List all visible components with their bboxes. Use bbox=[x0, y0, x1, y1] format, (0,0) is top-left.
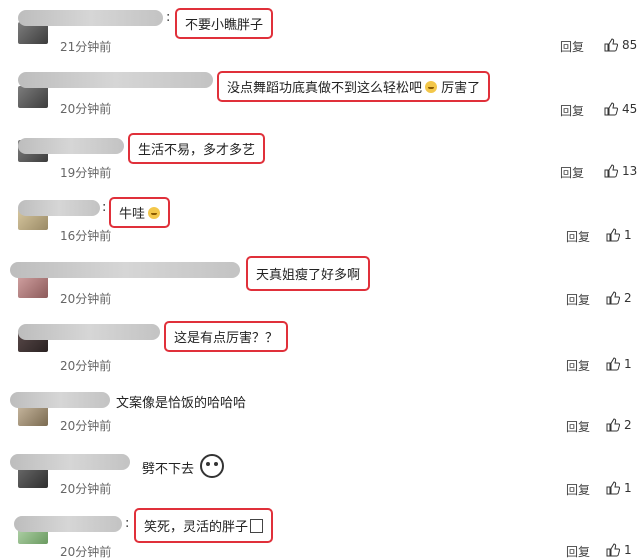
comment-text-suffix: 厉害了 bbox=[437, 81, 481, 96]
username-blurred[interactable] bbox=[18, 324, 160, 340]
comment-text-box: 没点舞蹈功底真做不到这么轻松吧 厉害了 bbox=[217, 71, 491, 102]
username-blurred[interactable] bbox=[14, 516, 122, 532]
comment-text-box: 牛哇 bbox=[109, 197, 171, 228]
thumbs-up-icon bbox=[604, 102, 618, 116]
timestamp: 20分钟前 bbox=[60, 482, 112, 496]
timestamp: 16分钟前 bbox=[60, 229, 112, 243]
comment-text: 天真姐瘦了好多啊 bbox=[256, 268, 361, 283]
timestamp: 20分钟前 bbox=[60, 292, 112, 306]
reply-button[interactable]: 回复 bbox=[566, 357, 590, 374]
like-count: 13 bbox=[622, 164, 638, 178]
reply-button[interactable]: 回复 bbox=[566, 291, 590, 308]
colon: : bbox=[102, 200, 107, 215]
comment-text: 牛哇 bbox=[119, 207, 146, 222]
like-button[interactable]: 1 bbox=[606, 543, 632, 557]
comment-text: 这是有点厉害？？ bbox=[174, 331, 279, 346]
username-blurred[interactable] bbox=[18, 138, 124, 154]
like-count: 1 bbox=[624, 228, 632, 242]
comment-text: 生活不易，多才多艺 bbox=[138, 143, 256, 158]
like-count: 2 bbox=[624, 418, 632, 432]
reply-button[interactable]: 回复 bbox=[560, 102, 584, 119]
thumbs-up-icon bbox=[606, 357, 620, 371]
thumbs-up-icon bbox=[604, 38, 618, 52]
like-button[interactable]: 1 bbox=[606, 228, 632, 242]
like-count: 1 bbox=[624, 543, 632, 557]
comment-text-box: 劈不下去 bbox=[142, 450, 225, 482]
comment-text-box: 不要小瞧胖子 bbox=[175, 8, 274, 39]
box-glyph bbox=[250, 519, 264, 533]
like-button[interactable]: 85 bbox=[604, 38, 637, 52]
reply-button[interactable]: 回复 bbox=[566, 481, 590, 498]
timestamp: 20分钟前 bbox=[60, 545, 112, 559]
reply-button[interactable]: 回复 bbox=[566, 418, 590, 435]
like-count: 2 bbox=[624, 291, 632, 305]
thumbs-up-icon bbox=[606, 418, 620, 432]
like-count: 1 bbox=[624, 481, 632, 495]
timestamp: 20分钟前 bbox=[60, 359, 112, 373]
like-count: 85 bbox=[622, 38, 638, 52]
thumbs-up-icon bbox=[606, 291, 620, 305]
username-blurred[interactable] bbox=[10, 454, 130, 470]
comment-text-box: 这是有点厉害？？ bbox=[164, 321, 289, 352]
comment-text: 劈不下去 bbox=[142, 462, 195, 477]
sticker-emoji bbox=[200, 454, 225, 478]
reply-button[interactable]: 回复 bbox=[560, 164, 584, 181]
comment-text: 文案像是恰饭的哈哈哈 bbox=[116, 396, 247, 411]
comment-text-box: 笑死，灵活的胖子 bbox=[134, 508, 274, 543]
username-blurred[interactable] bbox=[18, 72, 213, 88]
thumbs-up-icon bbox=[606, 543, 620, 557]
reply-button[interactable]: 回复 bbox=[566, 228, 590, 245]
comment-text-box: 文案像是恰饭的哈哈哈 bbox=[116, 388, 246, 415]
username-blurred[interactable] bbox=[10, 392, 110, 408]
comment-text: 不要小瞧胖子 bbox=[185, 18, 264, 33]
thumbs-up-icon bbox=[606, 228, 620, 242]
comment-text-box: 生活不易，多才多艺 bbox=[128, 133, 266, 164]
timestamp: 21分钟前 bbox=[60, 40, 112, 54]
thumbs-up-icon bbox=[604, 164, 618, 178]
like-count: 1 bbox=[624, 357, 632, 371]
laughing-emoji bbox=[425, 81, 438, 93]
like-button[interactable]: 45 bbox=[604, 102, 637, 116]
timestamp: 20分钟前 bbox=[60, 419, 112, 433]
reply-button[interactable]: 回复 bbox=[566, 543, 590, 560]
like-button[interactable]: 1 bbox=[606, 357, 632, 371]
timestamp: 20分钟前 bbox=[60, 102, 112, 116]
like-button[interactable]: 1 bbox=[606, 481, 632, 495]
like-count: 45 bbox=[622, 102, 638, 116]
like-button[interactable]: 2 bbox=[606, 291, 632, 305]
colon: : bbox=[125, 516, 130, 531]
username-blurred[interactable] bbox=[10, 262, 240, 278]
username-blurred[interactable] bbox=[18, 200, 100, 216]
username-blurred[interactable] bbox=[18, 10, 163, 26]
comment-list: : 不要小瞧胖子 21分钟前 回复 85 没点舞蹈功底真做不到这么轻松吧 厉害了… bbox=[0, 0, 640, 559]
smile-emoji bbox=[148, 207, 161, 219]
avatar[interactable] bbox=[18, 86, 48, 108]
like-button[interactable]: 2 bbox=[606, 418, 632, 432]
comment-text-box: 天真姐瘦了好多啊 bbox=[246, 256, 371, 291]
like-button[interactable]: 13 bbox=[604, 164, 637, 178]
comment-text: 没点舞蹈功底真做不到这么轻松吧 bbox=[227, 81, 423, 96]
avatar[interactable] bbox=[18, 276, 48, 298]
comment-text: 笑死，灵活的胖子 bbox=[144, 520, 249, 535]
reply-button[interactable]: 回复 bbox=[560, 38, 584, 55]
timestamp: 19分钟前 bbox=[60, 166, 112, 180]
colon: : bbox=[166, 10, 171, 25]
thumbs-up-icon bbox=[606, 481, 620, 495]
